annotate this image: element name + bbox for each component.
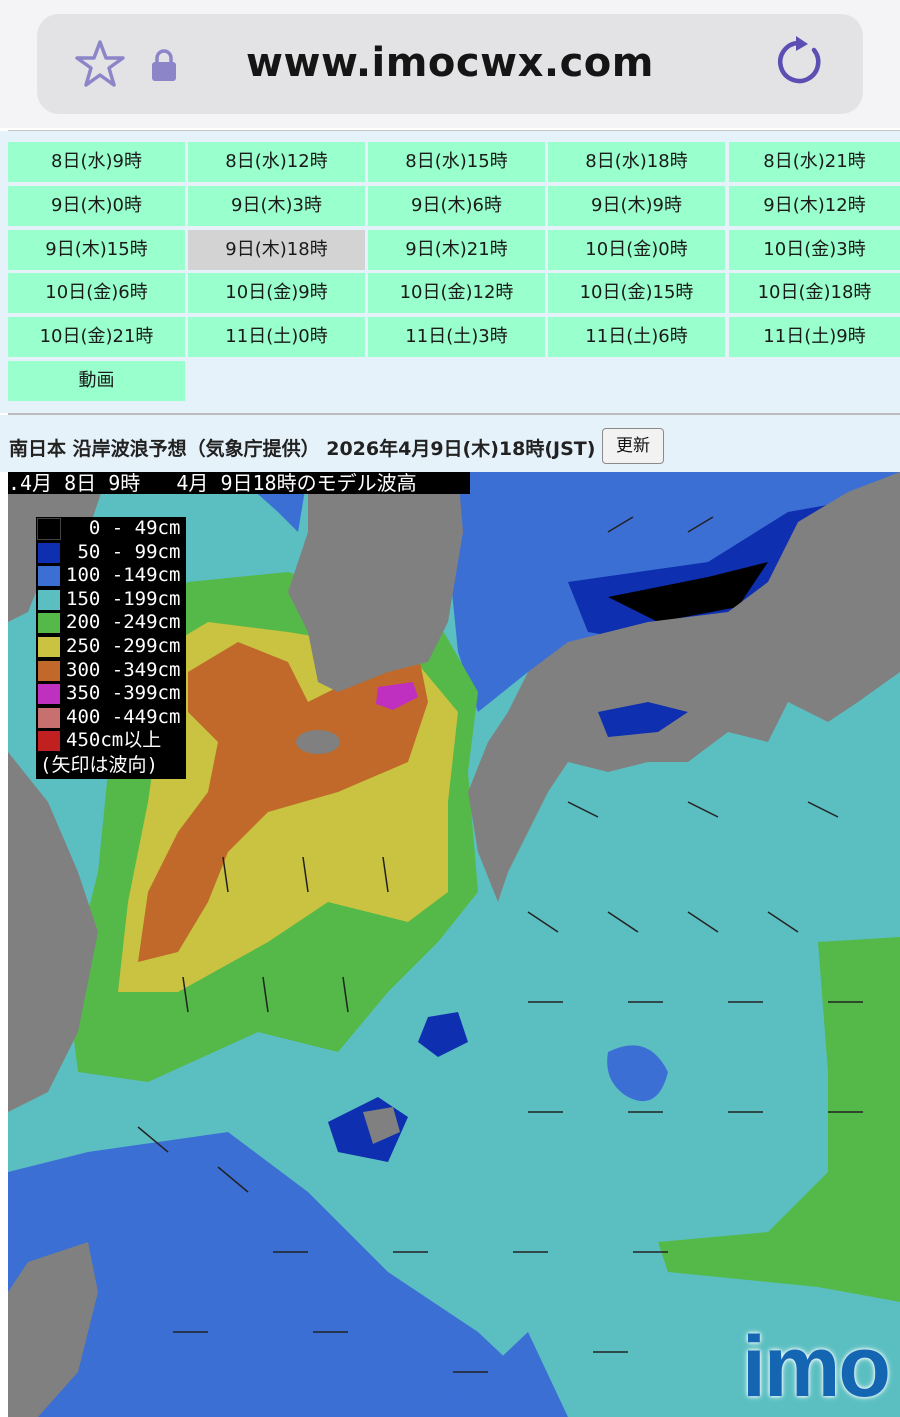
time-cell[interactable]: 11日(土)0時 — [188, 317, 365, 357]
lock-icon — [152, 49, 176, 81]
wave-height-map: .4月 8日 9時 4月 9日18時のモデル波高 0 - 49cm 50 - 9… — [8, 472, 900, 1417]
legend-swatch — [38, 542, 60, 563]
legend-label: 150 -199cm — [66, 587, 181, 610]
imo-logo: imo — [742, 1319, 891, 1415]
legend-swatch — [38, 566, 60, 587]
time-cell[interactable]: 9日(木)18時 — [188, 230, 365, 270]
time-cell[interactable]: 9日(木)3時 — [188, 186, 365, 226]
reload-icon[interactable] — [774, 36, 826, 88]
time-cell[interactable]: 11日(土)6時 — [548, 317, 725, 357]
browser-toolbar: www.imocwx.com — [0, 0, 900, 128]
star-icon[interactable] — [74, 39, 126, 89]
time-cell[interactable]: 8日(水)15時 — [368, 142, 545, 182]
page-title: 南日本 沿岸波浪予想（気象庁提供） 2026年4月9日(木)18時(JST) — [9, 438, 596, 460]
time-cell[interactable]: 11日(土)3時 — [368, 317, 545, 357]
time-cell[interactable]: 10日(金)18時 — [729, 273, 900, 313]
time-cell[interactable]: 10日(金)0時 — [548, 230, 725, 270]
legend-label: 100 -149cm — [66, 564, 181, 587]
time-cell[interactable]: 9日(木)6時 — [368, 186, 545, 226]
legend-label: 0 - 49cm — [66, 517, 181, 539]
time-cell[interactable]: 8日(水)21時 — [729, 142, 900, 182]
legend-label: 350 -399cm — [66, 682, 181, 705]
legend-item: 400 -449cm — [36, 706, 186, 730]
legend-swatch — [38, 613, 60, 634]
legend-item: 150 -199cm — [36, 588, 186, 612]
time-cell[interactable]: 9日(木)9時 — [548, 186, 725, 226]
animation-button[interactable]: 動画 — [8, 361, 185, 401]
time-cell[interactable]: 10日(金)6時 — [8, 273, 185, 313]
legend-item: 200 -249cm — [36, 611, 186, 635]
legend-item: 300 -349cm — [36, 659, 186, 683]
legend-label: 200 -249cm — [66, 611, 181, 634]
legend-item: 0 - 49cm — [36, 517, 186, 541]
legend-item: 350 -399cm — [36, 682, 186, 706]
time-cell[interactable]: 10日(金)3時 — [729, 230, 900, 270]
legend-swatch — [38, 684, 60, 705]
map-legend: 0 - 49cm 50 - 99cm 100 -149cm 150 -199cm 20… — [36, 517, 186, 779]
legend-label: 250 -299cm — [66, 634, 181, 657]
time-cell[interactable]: 9日(木)15時 — [8, 230, 185, 270]
legend-label: 50 - 99cm — [66, 540, 181, 563]
time-cell[interactable]: 10日(金)12時 — [368, 273, 545, 313]
time-cell[interactable]: 9日(木)12時 — [729, 186, 900, 226]
legend-swatch — [37, 518, 61, 540]
time-cell[interactable]: 8日(水)12時 — [188, 142, 365, 182]
time-cell[interactable]: 10日(金)21時 — [8, 317, 185, 357]
forecast-time-grid: 8日(水)9時 8日(水)12時 8日(水)15時 8日(水)18時 8日(水)21時 9… — [0, 131, 900, 413]
legend-item: 450cm以上 — [36, 729, 186, 753]
legend-item: 250 -299cm — [36, 635, 186, 659]
legend-label: 300 -349cm — [66, 658, 181, 681]
update-button[interactable]: 更新 — [602, 428, 664, 464]
time-cell[interactable]: 11日(土)9時 — [729, 317, 900, 357]
time-cell[interactable]: 10日(金)15時 — [548, 273, 725, 313]
legend-item: 100 -149cm — [36, 564, 186, 588]
time-cell[interactable]: 9日(木)0時 — [8, 186, 185, 226]
legend-swatch — [38, 731, 60, 752]
time-cell[interactable]: 8日(水)9時 — [8, 142, 185, 182]
legend-note: (矢印は波向) — [40, 753, 158, 776]
legend-swatch — [38, 636, 60, 657]
legend-swatch — [38, 660, 60, 681]
map-header: .4月 8日 9時 4月 9日18時のモデル波高 — [8, 472, 470, 494]
legend-label: 450cm以上 — [66, 729, 162, 752]
time-cell[interactable]: 9日(木)21時 — [368, 230, 545, 270]
time-cell[interactable]: 8日(水)18時 — [548, 142, 725, 182]
legend-label: 400 -449cm — [66, 705, 181, 728]
legend-item: 50 - 99cm — [36, 541, 186, 565]
legend-swatch — [38, 589, 60, 610]
time-cell[interactable]: 10日(金)9時 — [188, 273, 365, 313]
legend-swatch — [38, 707, 60, 728]
